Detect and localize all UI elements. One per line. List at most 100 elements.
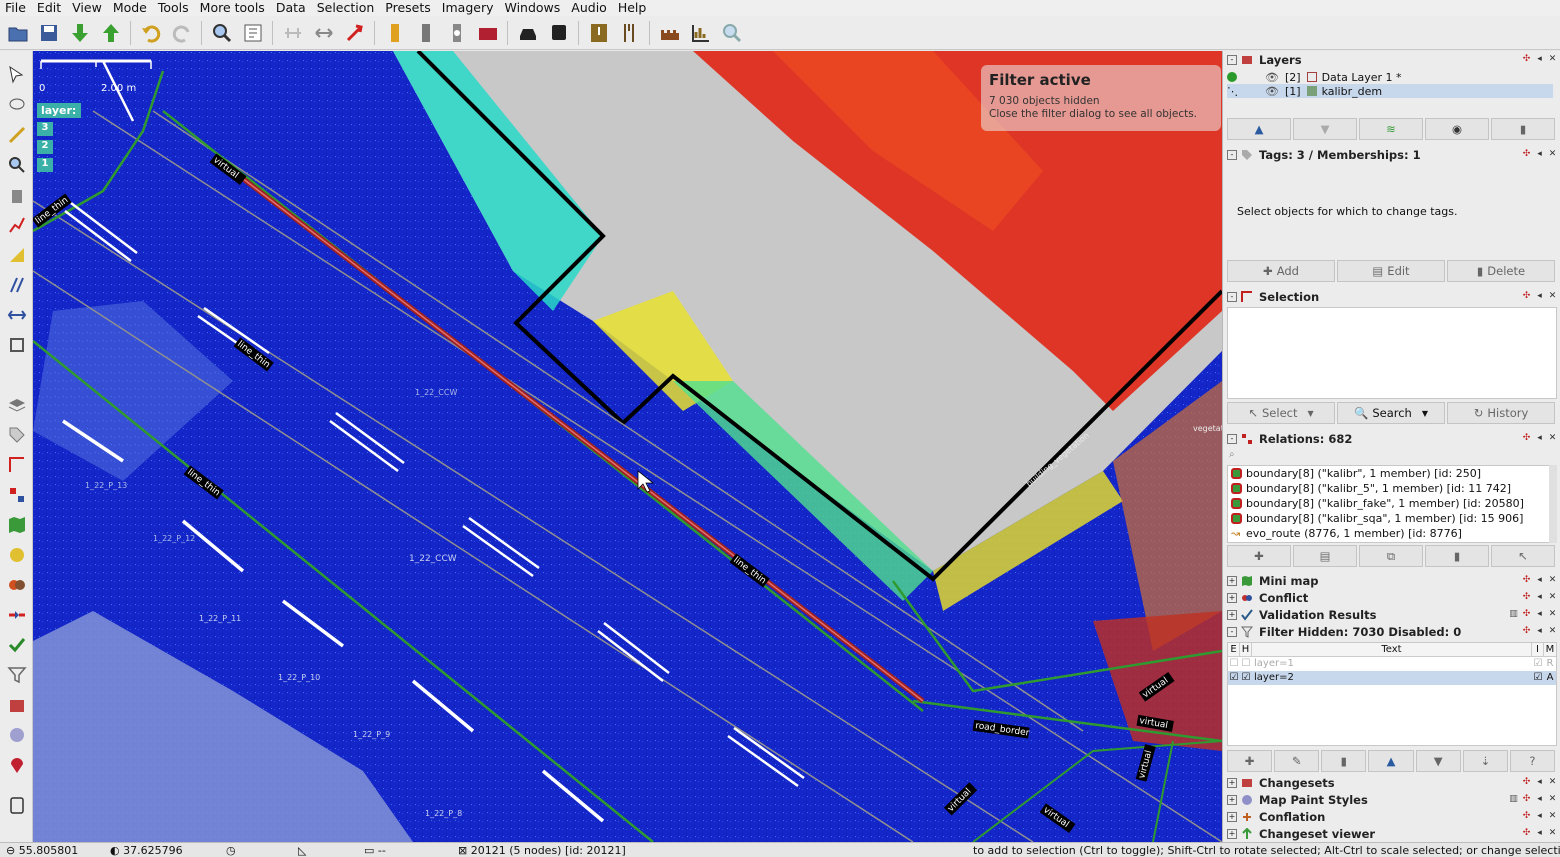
collapse-icon[interactable]: - <box>1227 55 1237 65</box>
col-text[interactable]: Text <box>1252 643 1532 656</box>
redo-icon[interactable] <box>168 19 195 47</box>
relation-item[interactable]: boundary[8] ("kalibr_fake", 1 member) [i… <box>1228 496 1556 511</box>
sort-filter-button[interactable]: ⇣ <box>1462 750 1508 772</box>
delete-relation-button[interactable]: ▮ <box>1425 545 1489 567</box>
detach-icon[interactable]: ✣ <box>1522 626 1531 636</box>
hiding-checkbox[interactable]: ☐ <box>1240 657 1252 671</box>
minimap-panel-header[interactable]: + Mini map ✣ ◂ ✕ <box>1227 573 1557 589</box>
move-down-button[interactable]: ▼ <box>1293 118 1357 140</box>
delete-tool-icon[interactable] <box>5 183 28 206</box>
relation-item[interactable]: ↝ evo_route (8776, 1 member) [id: 8776] <box>1228 526 1556 541</box>
zoom-icon[interactable] <box>208 19 235 47</box>
minimize-icon[interactable]: ◂ <box>1535 54 1544 64</box>
menu-data[interactable]: Data <box>271 0 312 16</box>
conflict-panel-header[interactable]: + Conflict ✣ ◂ ✕ <box>1227 590 1557 606</box>
close-icon[interactable]: ✕ <box>1548 609 1557 619</box>
edit-tag-button[interactable]: ▤ Edit <box>1337 260 1445 282</box>
close-icon[interactable]: ✕ <box>1548 149 1557 159</box>
minimize-icon[interactable]: ◂ <box>1535 828 1544 838</box>
enabled-checkbox[interactable]: ☐ <box>1228 657 1240 671</box>
expand-icon[interactable]: + <box>1227 593 1237 603</box>
col-enabled[interactable]: E <box>1228 643 1240 656</box>
signal-icon[interactable] <box>443 19 470 47</box>
preferences-icon[interactable] <box>239 19 266 47</box>
expand-icon[interactable]: + <box>1227 812 1237 822</box>
selection-panel-header[interactable]: - Selection ✣ ◂ ✕ <box>1227 289 1557 305</box>
changesets-toggle-icon[interactable] <box>5 693 28 716</box>
draw-tool-icon[interactable] <box>5 123 28 146</box>
layer-row-selected[interactable]: ⋱ 👁 [1] kalibr_dem <box>1227 84 1553 98</box>
relations-search-icon[interactable]: ⌕ <box>1229 449 1235 460</box>
filter-text[interactable]: layer=2 <box>1252 671 1532 685</box>
delete-tag-button[interactable]: ▮ Delete <box>1447 260 1555 282</box>
tags-toggle-icon[interactable] <box>5 423 28 446</box>
minimap-toggle-icon[interactable] <box>5 513 28 536</box>
close-icon[interactable]: ✕ <box>1548 794 1557 804</box>
detach-icon[interactable]: ✣ <box>1522 291 1531 301</box>
dropdown-arrow-icon[interactable]: ▼ <box>1307 409 1313 418</box>
lasso-tool-icon[interactable] <box>5 93 28 116</box>
menu-imagery[interactable]: Imagery <box>437 0 500 16</box>
close-icon[interactable]: ✕ <box>1548 828 1557 838</box>
layer-row[interactable]: 👁 [2] Data Layer 1 * <box>1227 70 1553 84</box>
filter-help-button[interactable]: ? <box>1509 750 1555 772</box>
hiding-checkbox[interactable]: ☑ <box>1240 671 1252 685</box>
validation-panel-header[interactable]: + Validation Results ▥ ✣ ◂ ✕ <box>1227 607 1557 623</box>
col-inverted[interactable]: I <box>1532 643 1544 656</box>
minimize-icon[interactable]: ◂ <box>1535 777 1544 787</box>
add-relation-button[interactable]: ✚ <box>1227 545 1291 567</box>
imagery-toggle-icon[interactable] <box>5 543 28 566</box>
edit-filter-button[interactable]: ✎ <box>1274 750 1320 772</box>
layers-toggle-icon[interactable] <box>5 393 28 416</box>
collapse-icon[interactable]: - <box>1227 627 1237 637</box>
area-tool-icon[interactable] <box>5 243 28 266</box>
changeset-viewer-panel-header[interactable]: + Changeset viewer ✣ ◂ ✕ <box>1227 826 1557 842</box>
select-button[interactable]: ↖ Select ▼ <box>1227 402 1335 424</box>
detach-icon[interactable]: ✣ <box>1522 811 1531 821</box>
relations-scrollbar[interactable] <box>1549 465 1557 543</box>
barrier-icon[interactable] <box>474 19 501 47</box>
expand-icon[interactable]: + <box>1227 576 1237 586</box>
map-view[interactable]: virtual line_thin line_thin line_thin li… <box>33 51 1222 842</box>
edit-relation-button[interactable]: ▤ <box>1293 545 1357 567</box>
zoom-tool-icon[interactable] <box>5 153 28 176</box>
conflict-toggle-icon[interactable] <box>5 573 28 596</box>
collapse-icon[interactable]: - <box>1227 434 1237 444</box>
filter-row-selected[interactable]: ☑ ☑ layer=2 ☑ A <box>1228 671 1556 685</box>
warning-icon[interactable] <box>585 19 612 47</box>
close-icon[interactable]: ✕ <box>1548 575 1557 585</box>
align-icon[interactable] <box>279 19 306 47</box>
split-icon[interactable] <box>310 19 337 47</box>
tags-panel-header[interactable]: - Tags: 3 / Memberships: 1 ✣ ◂ ✕ <box>1227 147 1557 163</box>
selection-toggle-icon[interactable] <box>5 453 28 476</box>
settings-icon[interactable]: ▥ <box>1509 794 1518 804</box>
minimize-icon[interactable]: ◂ <box>1535 149 1544 159</box>
filter-text[interactable]: layer=1 <box>1252 657 1532 671</box>
enabled-checkbox[interactable]: ☑ <box>1228 671 1240 685</box>
collapse-icon[interactable]: - <box>1227 292 1237 302</box>
menu-help[interactable]: Help <box>613 0 653 16</box>
map-canvas[interactable]: virtual line_thin line_thin line_thin li… <box>33 51 1222 842</box>
duplicate-relation-button[interactable]: ⧉ <box>1359 545 1423 567</box>
save-icon[interactable] <box>35 19 62 47</box>
close-icon[interactable]: ✕ <box>1548 433 1557 443</box>
add-filter-button[interactable]: ✚ <box>1227 750 1273 772</box>
minimize-icon[interactable]: ◂ <box>1535 794 1544 804</box>
merge-layers-button[interactable]: ≋ <box>1359 118 1423 140</box>
undo-icon[interactable] <box>137 19 164 47</box>
merge-toggle-icon[interactable] <box>5 603 28 626</box>
delete-layer-button[interactable]: ▮ <box>1491 118 1555 140</box>
col-mode[interactable]: M <box>1544 643 1556 656</box>
download-icon[interactable] <box>66 19 93 47</box>
close-icon[interactable]: ✕ <box>1548 592 1557 602</box>
extrude-tool-icon[interactable] <box>5 303 28 326</box>
location-toggle-icon[interactable] <box>5 753 28 776</box>
relations-list[interactable]: boundary[8] ("kalibr", 1 member) [id: 25… <box>1227 465 1557 543</box>
detach-icon[interactable]: ✣ <box>1522 609 1531 619</box>
menu-more-tools[interactable]: More tools <box>195 0 271 16</box>
magnifier-icon[interactable] <box>718 19 745 47</box>
menu-edit[interactable]: Edit <box>32 0 67 16</box>
relation-item[interactable]: boundary[8] ("kalibr_5", 1 member) [id: … <box>1228 481 1556 496</box>
conflation-panel-header[interactable]: + Conflation ✣ ◂ ✕ <box>1227 809 1557 825</box>
improve-way-icon[interactable] <box>5 213 28 236</box>
